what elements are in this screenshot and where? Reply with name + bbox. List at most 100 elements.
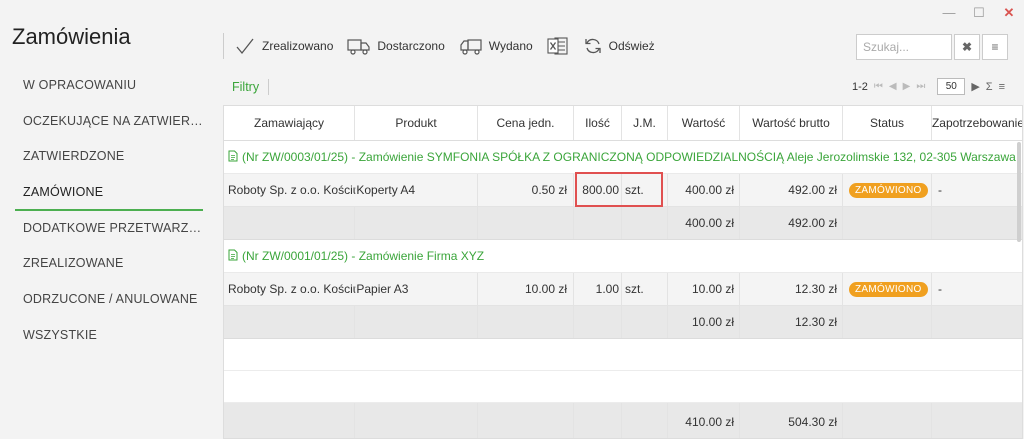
page-size-input[interactable]: 50	[937, 78, 966, 95]
table-header: Zamawiający Produkt Cena jedn. Ilość J.M…	[224, 106, 1022, 141]
delivered-label: Dostarczono	[377, 39, 445, 53]
sum-value: 10.00 zł	[668, 306, 740, 338]
sidebar-item-w-opracowaniu[interactable]: W OPRACOWANIU	[15, 72, 203, 108]
search-input[interactable]	[856, 34, 952, 60]
sidebar-item-zatwierdzone[interactable]: ZATWIERDZONE	[15, 143, 203, 179]
last-page-icon[interactable]: ⏭	[916, 81, 925, 92]
status-badge: ZAMÓWIONO	[849, 182, 928, 198]
excel-export-button[interactable]	[547, 36, 569, 56]
realized-button[interactable]: Zrealizowano	[234, 37, 333, 55]
cell-gross-value: 492.00 zł	[740, 174, 843, 206]
excel-icon	[547, 37, 568, 55]
order-group-title: (Nr ZW/0001/01/25) - Zamówienie Firma XY…	[242, 249, 485, 263]
col-header-value[interactable]: Wartość	[668, 106, 740, 140]
window-controls: — ☐ ✕	[942, 6, 1016, 20]
sum-value: 400.00 zł	[668, 207, 740, 239]
toolbar: Zrealizowano Dostarczono Wydano Odśwież	[223, 30, 669, 62]
sum-empty-cell	[932, 306, 1022, 338]
close-icon[interactable]: ✕	[1002, 6, 1016, 20]
sum-icon[interactable]: Σ	[986, 81, 993, 93]
total-empty-cell	[355, 403, 478, 438]
cell-demand: -	[938, 183, 942, 197]
order-group-header[interactable]: (Nr ZW/0001/01/25) - Zamówienie Firma XY…	[224, 240, 1022, 273]
refresh-button[interactable]: Odśwież	[583, 37, 655, 55]
document-icon	[228, 249, 238, 264]
sidebar-item-zamowione[interactable]: ZAMÓWIONE	[15, 179, 203, 212]
page-range: 1-2	[852, 80, 868, 93]
sum-empty-cell	[478, 306, 574, 338]
sidebar-item-odrzucone[interactable]: ODRZUCONE / ANULOWANE	[15, 286, 203, 322]
total-value: 410.00 zł	[668, 403, 740, 438]
total-empty-cell	[622, 403, 668, 438]
table-row[interactable]: Roboty Sp. z o.o. Kościus :Papier A3 10.…	[224, 273, 1022, 306]
sum-empty-cell	[622, 306, 668, 338]
cell-unit: szt.	[622, 273, 668, 305]
sum-empty-cell	[574, 207, 622, 239]
order-group-title: (Nr ZW/0003/01/25) - Zamówienie SYMFONIA…	[242, 150, 1016, 164]
clear-icon: ✖	[961, 40, 973, 54]
sum-empty-cell	[224, 207, 355, 239]
next-page-icon[interactable]: ▶	[903, 81, 911, 92]
total-empty-cell	[224, 403, 355, 438]
pagination: 1-2 ⏮ ◀ ▶ ⏭ 50 ▶ Σ ≡	[852, 78, 1005, 95]
col-header-quantity[interactable]: Ilość	[574, 106, 622, 140]
first-page-icon[interactable]: ⏮	[874, 81, 883, 92]
filters-link[interactable]: Filtry	[232, 80, 259, 94]
total-empty-cell	[574, 403, 622, 438]
col-header-unit-price[interactable]: Cena jedn.	[478, 106, 574, 140]
col-header-gross-value[interactable]: Wartość brutto	[740, 106, 843, 140]
prev-page-icon[interactable]: ◀	[889, 81, 897, 92]
checkmark-icon	[236, 38, 254, 55]
total-gross-value: 504.30 zł	[740, 403, 843, 438]
sidebar: Zamówienia W OPRACOWANIU OCZEKUJĄCE NA Z…	[0, 0, 215, 439]
sum-empty-cell	[843, 306, 932, 338]
col-header-status[interactable]: Status	[843, 106, 932, 140]
col-header-demand[interactable]: Zapotrzebowanie	[932, 106, 1022, 140]
total-empty-cell	[478, 403, 574, 438]
go-page-icon[interactable]: ▶	[971, 80, 979, 93]
cell-value: 400.00 zł	[668, 174, 740, 206]
col-header-product[interactable]: Produkt	[355, 106, 478, 140]
orders-table: Zamawiający Produkt Cena jedn. Ilość J.M…	[223, 105, 1023, 439]
sidebar-item-oczekujace[interactable]: OCZEKUJĄCE NA ZATWIER…	[15, 108, 203, 144]
status-badge: ZAMÓWIONO	[849, 281, 928, 297]
cell-status: ZAMÓWIONO	[843, 174, 932, 206]
sum-gross-value: 492.00 zł	[740, 207, 843, 239]
col-header-customer[interactable]: Zamawiający	[224, 106, 355, 140]
cell-value: 10.00 zł	[668, 273, 740, 305]
sum-empty-cell	[224, 306, 355, 338]
empty-row	[224, 371, 1022, 403]
refresh-label: Odśwież	[608, 39, 655, 53]
quantity-highlight-box	[575, 172, 663, 207]
col-header-unit[interactable]: J.M.	[622, 106, 668, 140]
group-summary-row: 400.00 zł 492.00 zł	[224, 207, 1022, 240]
sum-empty-cell	[932, 207, 1022, 239]
issued-label: Wydano	[488, 39, 533, 53]
clear-search-button[interactable]: ✖	[954, 34, 980, 60]
sidebar-item-wszystkie[interactable]: WSZYSTKIE	[15, 322, 203, 358]
cell-quantity: 1.00	[574, 273, 622, 305]
minimize-icon[interactable]: —	[942, 6, 956, 20]
delivered-button[interactable]: Dostarczono	[347, 37, 445, 55]
issued-button[interactable]: Wydano	[459, 37, 533, 55]
cell-gross-value: 12.30 zł	[740, 273, 843, 305]
cell-status: ZAMÓWIONO	[843, 273, 932, 305]
sidebar-nav: W OPRACOWANIU OCZEKUJĄCE NA ZATWIER… ZAT…	[15, 72, 203, 358]
cell-product: :Koperty A4	[355, 174, 478, 206]
menu-icon: ≡	[991, 40, 999, 54]
refresh-icon	[585, 38, 601, 54]
realized-label: Zrealizowano	[262, 39, 334, 53]
filters-divider	[268, 79, 269, 95]
toolbar-divider	[223, 33, 224, 59]
truck-icon	[460, 39, 482, 55]
cell-customer: Roboty Sp. z o.o. Kościus	[228, 183, 355, 197]
vertical-scrollbar[interactable]	[1017, 142, 1021, 242]
sum-empty-cell	[355, 306, 478, 338]
sidebar-item-dodatkowe[interactable]: DODATKOWE PRZETWARZA…	[15, 215, 203, 251]
column-menu-icon[interactable]: ≡	[999, 81, 1005, 93]
menu-button[interactable]: ≡	[982, 34, 1008, 60]
sidebar-item-zrealizowane[interactable]: ZREALIZOWANE	[15, 250, 203, 286]
maximize-icon[interactable]: ☐	[972, 6, 986, 20]
order-group-header[interactable]: (Nr ZW/0003/01/25) - Zamówienie SYMFONIA…	[224, 141, 1022, 174]
cell-product-name: Papier A3	[356, 282, 409, 296]
